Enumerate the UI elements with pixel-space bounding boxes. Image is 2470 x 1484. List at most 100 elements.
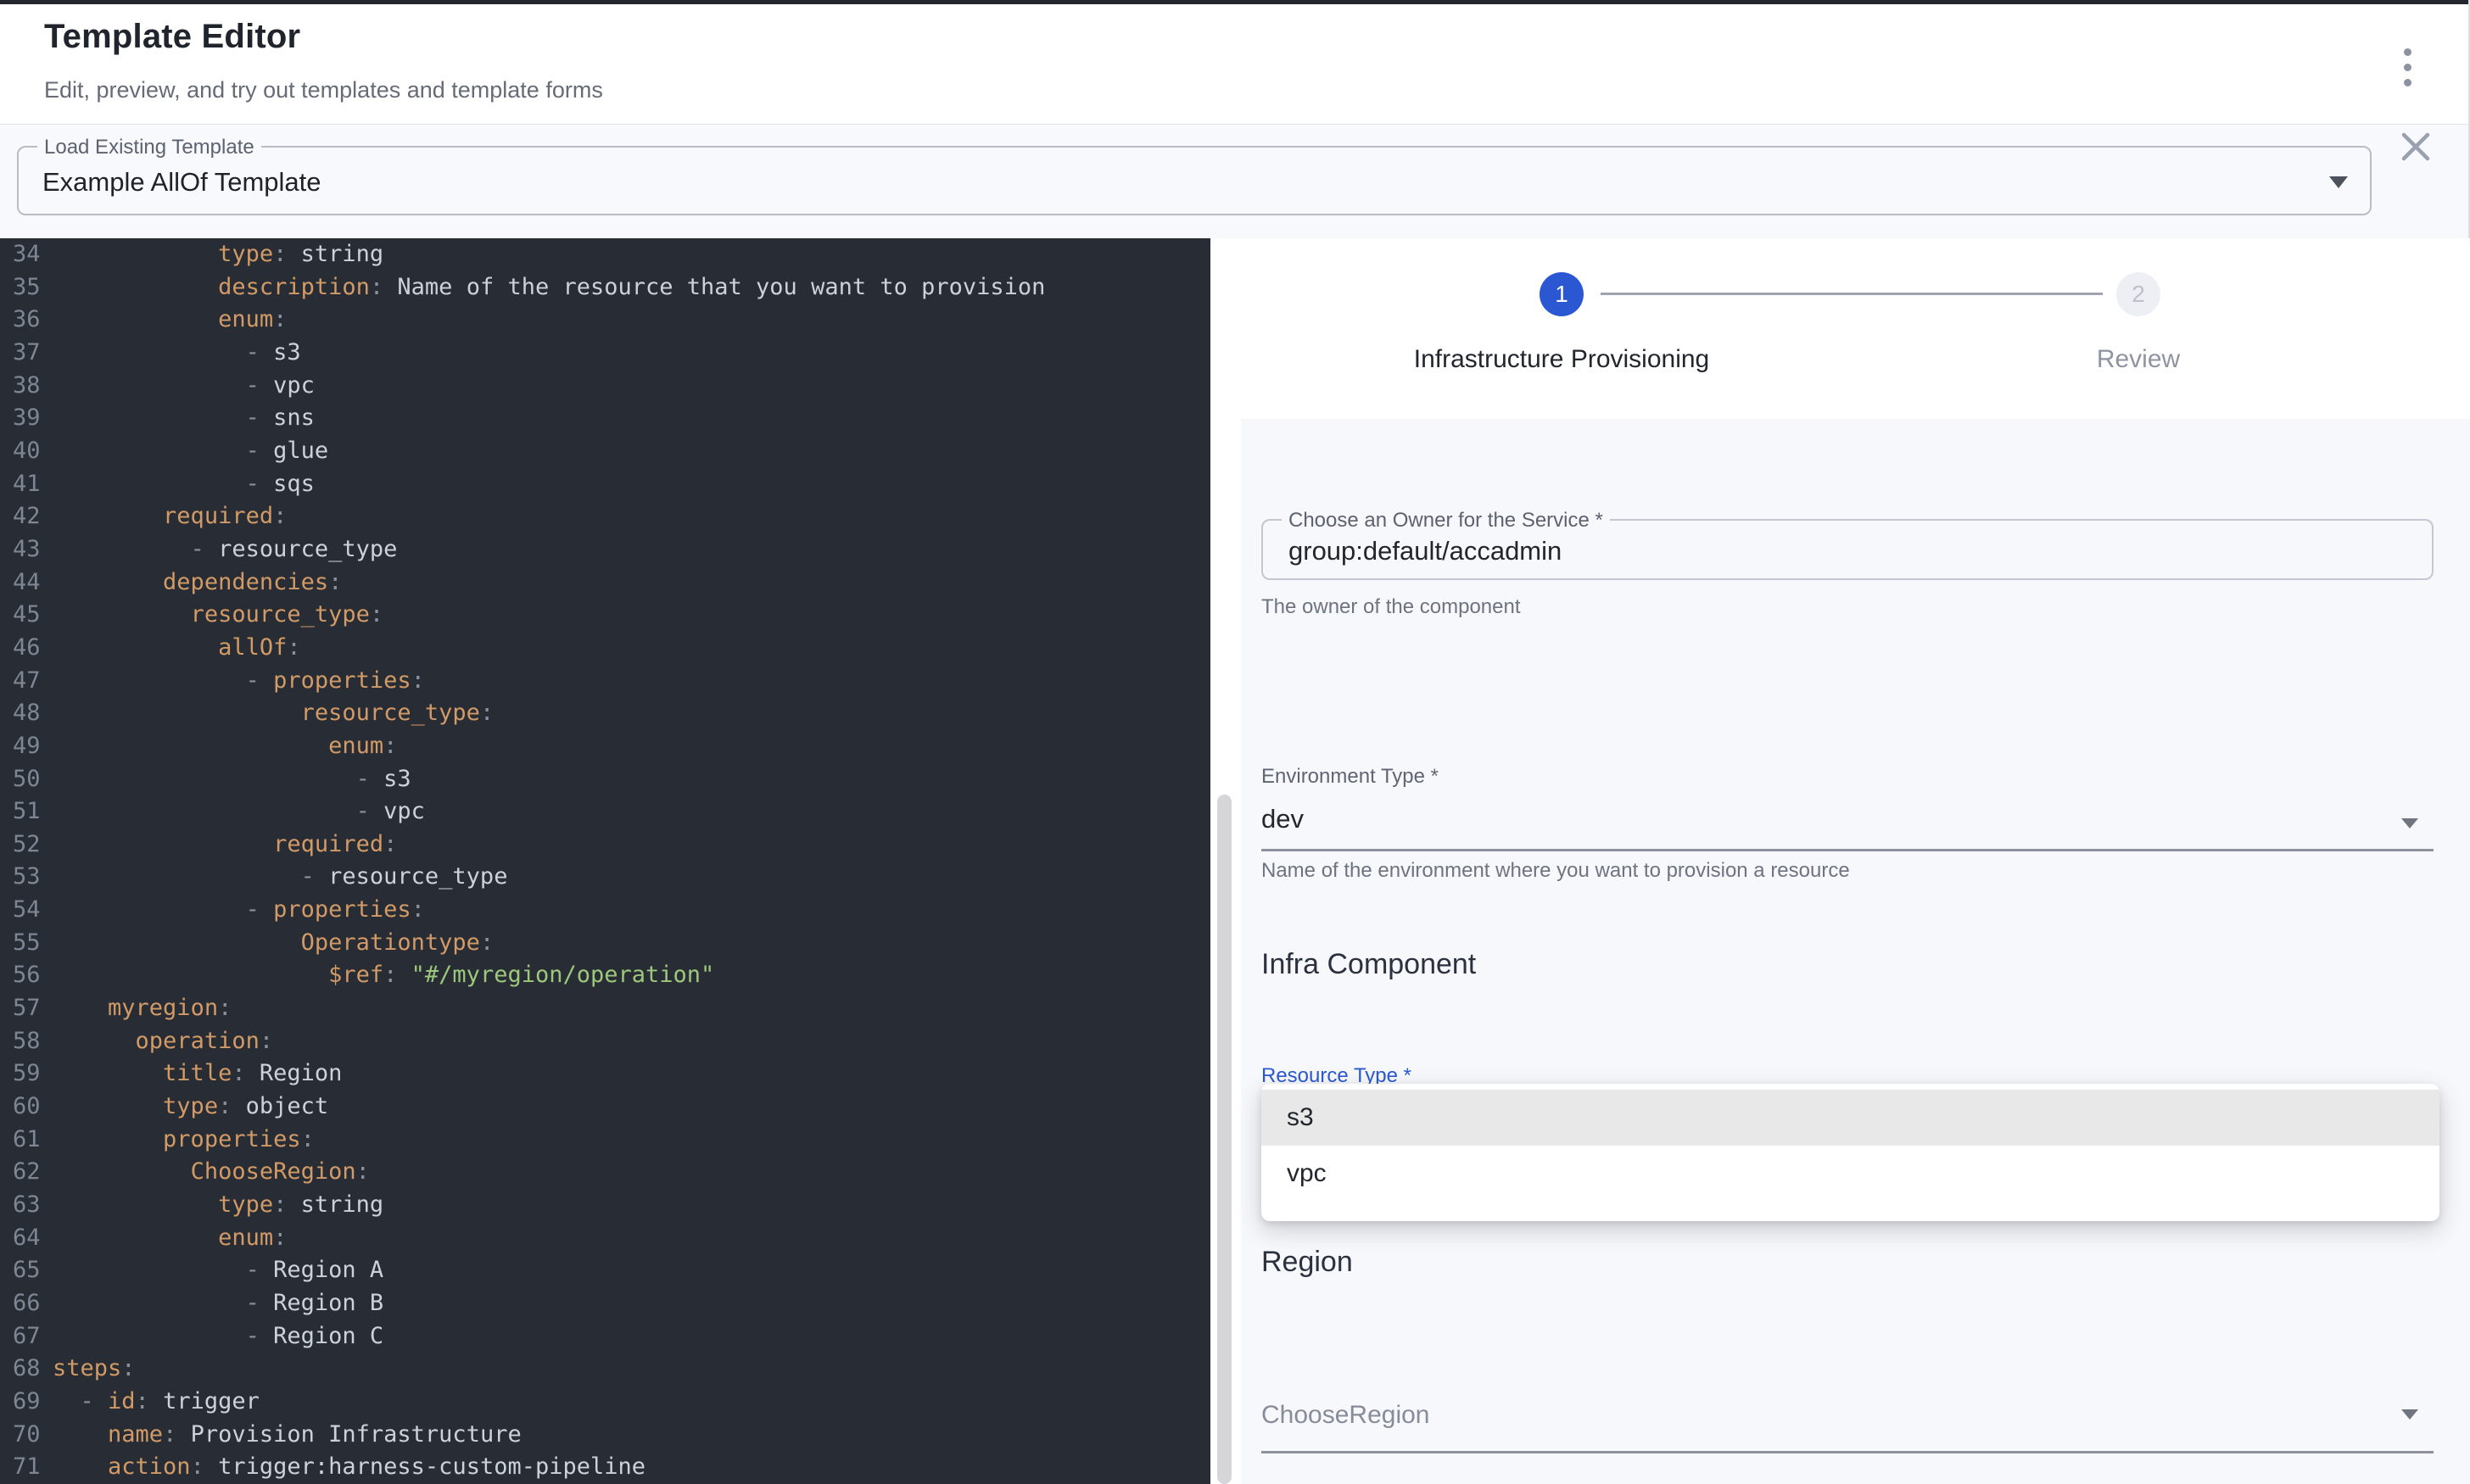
stepper-step-1[interactable]: 1 (1540, 272, 1584, 316)
line-number: 41 (0, 468, 53, 501)
line-number: 63 (0, 1189, 53, 1222)
owner-field-label: Choose an Owner for the Service * (1282, 509, 1610, 533)
code-line: 43 - resource_type (0, 533, 1210, 566)
line-number: 66 (0, 1287, 53, 1320)
code-line: 51 - vpc (0, 795, 1210, 828)
load-template-select[interactable]: Load Existing Template Example AllOf Tem… (17, 146, 2372, 215)
line-number: 50 (0, 763, 53, 796)
line-number: 61 (0, 1124, 53, 1157)
code-line: 61 properties: (0, 1124, 1210, 1157)
code-line: 63 type: string (0, 1189, 1210, 1222)
line-number: 38 (0, 370, 53, 403)
code-line: 48 resource_type: (0, 697, 1210, 730)
code-line: 60 type: object (0, 1091, 1210, 1124)
code-line: 36 enum: (0, 304, 1210, 337)
code-line: 57 myregion: (0, 992, 1210, 1025)
yaml-code-editor[interactable]: 34 type: string35 description: Name of t… (0, 238, 1210, 1484)
code-line: 39 - sns (0, 402, 1210, 435)
code-line: 62 ChooseRegion: (0, 1156, 1210, 1189)
line-number: 70 (0, 1419, 53, 1452)
editor-scrollbar[interactable] (1217, 795, 1232, 1484)
line-number: 62 (0, 1156, 53, 1189)
owner-field-value: group:default/accadmin (1288, 536, 1562, 566)
line-number: 69 (0, 1386, 53, 1419)
infra-component-heading: Infra Component (1261, 948, 1476, 981)
template-preview-panel: 1 2 Infrastructure Provisioning Review C… (1241, 238, 2470, 1484)
editor-scrollbar-track (1210, 238, 1241, 1484)
line-number: 56 (0, 959, 53, 992)
stepper-step-2[interactable]: 2 (2116, 272, 2160, 316)
line-number: 58 (0, 1025, 53, 1058)
dropdown-option-vpc[interactable]: vpc (1261, 1146, 2439, 1202)
line-number: 46 (0, 632, 53, 665)
code-line: 46 allOf: (0, 632, 1210, 665)
line-number: 40 (0, 435, 53, 468)
code-line: 52 required: (0, 828, 1210, 862)
code-line: 44 dependencies: (0, 566, 1210, 600)
code-line: 41 - sqs (0, 468, 1210, 501)
code-line: 67 - Region C (0, 1320, 1210, 1353)
region-heading: Region (1261, 1246, 1353, 1279)
code-line: 70 name: Provision Infrastructure (0, 1419, 1210, 1452)
code-line: 38 - vpc (0, 370, 1210, 403)
line-number: 36 (0, 304, 53, 337)
chevron-down-icon[interactable] (2329, 176, 2348, 188)
code-line: 64 enum: (0, 1222, 1210, 1255)
choose-region-select[interactable]: ChooseRegion (1261, 1401, 1429, 1430)
code-line: 65 - Region A (0, 1254, 1210, 1287)
line-number: 52 (0, 828, 53, 862)
environment-type-select[interactable]: dev (1261, 804, 1304, 834)
line-number: 44 (0, 566, 53, 600)
code-line: 49 enum: (0, 730, 1210, 763)
dropdown-option-s3[interactable]: s3 (1261, 1090, 2439, 1146)
kebab-menu-icon[interactable] (2390, 45, 2424, 96)
line-number: 68 (0, 1353, 53, 1386)
stepper-label-infrastructure: Infrastructure Provisioning (1328, 345, 1795, 374)
line-number: 34 (0, 238, 53, 271)
line-number: 64 (0, 1222, 53, 1255)
code-line: 54 - properties: (0, 894, 1210, 927)
line-number: 55 (0, 927, 53, 960)
code-line: 34 type: string (0, 238, 1210, 271)
template-editor-page: Template Editor Edit, preview, and try o… (0, 0, 2470, 1484)
code-line: 53 - resource_type (0, 861, 1210, 894)
chevron-down-icon[interactable] (2401, 818, 2418, 828)
load-template-label: Load Existing Template (37, 136, 261, 159)
stepper-connector (1601, 293, 2103, 295)
line-number: 47 (0, 665, 53, 698)
line-number: 48 (0, 697, 53, 730)
page-subtitle: Edit, preview, and try out templates and… (44, 77, 603, 103)
stepper-label-review: Review (1969, 345, 2308, 374)
code-line: 55 Operationtype: (0, 927, 1210, 960)
code-line: 58 operation: (0, 1025, 1210, 1058)
environment-underline (1261, 849, 2434, 851)
chevron-down-icon[interactable] (2401, 1409, 2418, 1420)
code-line: 40 - glue (0, 435, 1210, 468)
code-line: 42 required: (0, 500, 1210, 533)
load-template-value: Example AllOf Template (42, 167, 321, 198)
line-number: 51 (0, 795, 53, 828)
owner-field[interactable]: Choose an Owner for the Service * group:… (1261, 519, 2434, 580)
close-icon[interactable] (2397, 128, 2434, 165)
line-number: 59 (0, 1057, 53, 1091)
step-number: 2 (2132, 281, 2145, 308)
line-number: 39 (0, 402, 53, 435)
main-split: 34 type: string35 description: Name of t… (0, 238, 2470, 1484)
code-line: 45 resource_type: (0, 599, 1210, 632)
code-line: 47 - properties: (0, 665, 1210, 698)
line-number: 53 (0, 861, 53, 894)
code-line: 37 - s3 (0, 337, 1210, 370)
code-line: 56 $ref: "#/myregion/operation" (0, 959, 1210, 992)
resource-type-dropdown-menu: s3vpc (1261, 1084, 2439, 1221)
code-line: 66 - Region B (0, 1287, 1210, 1320)
line-number: 60 (0, 1091, 53, 1124)
page-title: Template Editor (44, 18, 300, 56)
line-number: 71 (0, 1451, 53, 1484)
code-line: 59 title: Region (0, 1057, 1210, 1091)
line-number: 35 (0, 271, 53, 304)
line-number: 49 (0, 730, 53, 763)
code-line: 71 action: trigger:harness-custom-pipeli… (0, 1451, 1210, 1484)
line-number: 54 (0, 894, 53, 927)
choose-region-underline (1261, 1451, 2434, 1453)
line-number: 65 (0, 1254, 53, 1287)
